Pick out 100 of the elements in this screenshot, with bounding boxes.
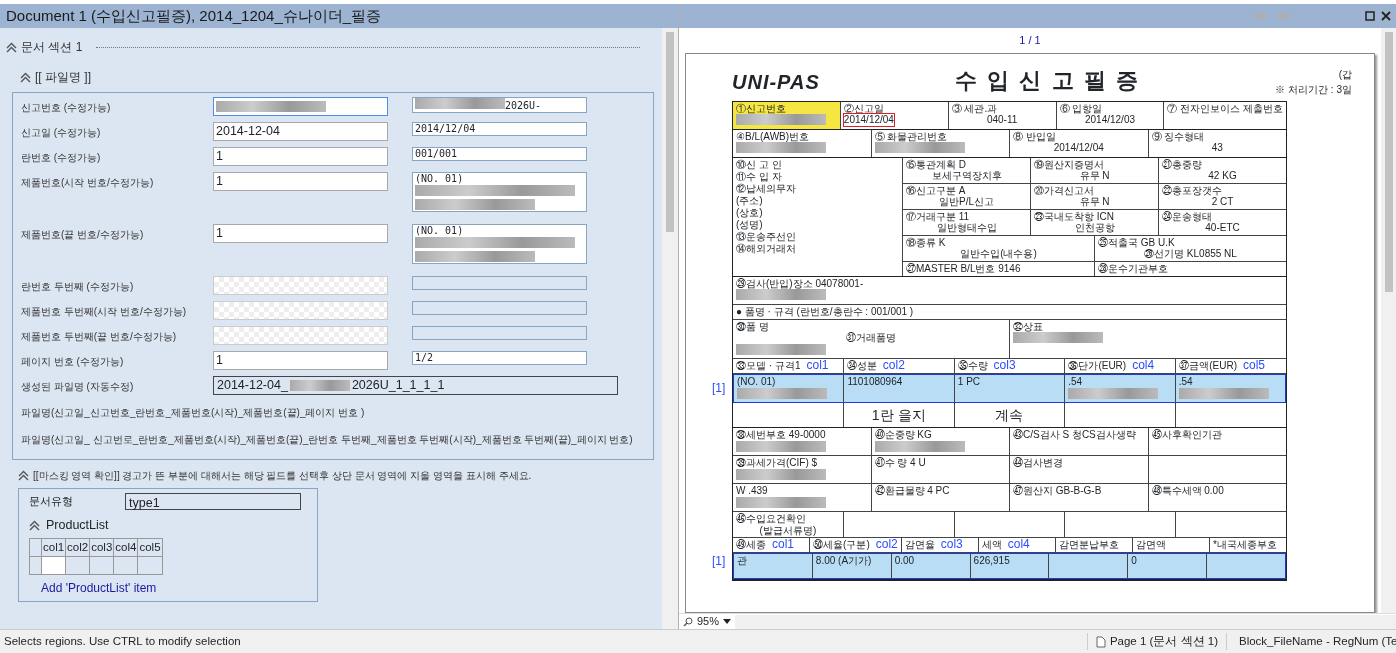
input-field[interactable]: 1: [213, 147, 388, 166]
collapse-icon[interactable]: [18, 470, 29, 481]
form-value: 42 KG: [1208, 170, 1237, 181]
form-value: 인천공항: [1074, 222, 1115, 233]
form-label: ⑤ 화물관리번호: [874, 130, 948, 142]
preview-field: 2014/12/04: [412, 122, 587, 136]
form-label: (NO. 01): [737, 376, 776, 387]
table-cell[interactable]: [89, 556, 114, 575]
preview-field: (NO. 01): [412, 172, 587, 212]
form-label: ㊴과세가격(CIF) $: [736, 457, 818, 468]
redacted-block: [289, 380, 350, 391]
form-value: 43: [1211, 142, 1223, 153]
form-label: ㉓국내도착항 ICN: [1034, 210, 1114, 222]
table-cell[interactable]: [113, 556, 138, 575]
form-value: 2014/12/03: [1084, 114, 1136, 125]
form-value: ㉖선기명 KL0855 NL: [1144, 248, 1237, 259]
form-label: 감면분납부호: [1058, 539, 1119, 550]
masking-note: [[마스킹 영역 확인]] 경고가 뜬 부분에 대해서는 해당 필드를 선택후 상단 문서 영역에 지울 영역을 표시해 주세요.: [33, 469, 532, 483]
form-value: 일반P/L신고: [939, 196, 994, 207]
processing-period: ※ 처리기간 : 3일: [1275, 82, 1352, 97]
preview-field: 1/2: [412, 351, 587, 365]
form-label: 세액: [981, 539, 1002, 550]
form-label: ㉒총포장갯수: [1162, 184, 1222, 196]
filename-field: 2014-12-04_ 2026U_1_1_1_1: [213, 376, 618, 395]
field-label: 제품번호 두번째(시작 번호/수정가능): [21, 305, 187, 319]
scrollbar[interactable]: [1381, 28, 1396, 613]
form-label: ③ 세관.과: [951, 102, 998, 114]
form-label: ㊲금액(EUR): [1179, 360, 1237, 371]
form-label: 감면율: [904, 539, 935, 550]
form-label: ㊱단가(EUR): [1068, 360, 1127, 371]
form-label: ⑥ 입항일: [1059, 102, 1103, 114]
form-label: ㉟수량: [957, 360, 988, 371]
form-label: 1란 을지: [871, 407, 926, 423]
input-field[interactable]: [213, 97, 388, 116]
close-icon[interactable]: [1381, 11, 1391, 21]
form-label: 626,915: [973, 555, 1010, 566]
form-label: ㉙검사(반입)장소 04078001-: [736, 277, 864, 289]
form-value: 보세구역장치후: [931, 170, 1002, 181]
preview-field: (NO. 01): [412, 224, 587, 264]
form-label: ㉕적출국 GB U.K: [1098, 236, 1175, 248]
form-value: 유무 N: [1079, 196, 1110, 207]
form-value: 일반수입(내수용): [960, 248, 1037, 259]
collapse-icon[interactable]: [6, 41, 17, 53]
window-title: Document 1 (수입신고필증), 2014_1204_슈나이더_필증: [6, 5, 382, 26]
horizontal-scrollbar[interactable]: [735, 614, 1396, 629]
dropdown-icon[interactable]: [723, 619, 732, 624]
form-label: ㉑총중량: [1162, 158, 1202, 170]
page-counter: 1 / 1: [1019, 33, 1041, 48]
table-cell[interactable]: [137, 556, 163, 575]
preview-field: 001/001: [412, 147, 587, 161]
input-field[interactable]: 2014-12-04: [213, 122, 388, 141]
input-field[interactable]: 1: [213, 172, 388, 191]
column-tag: col3: [993, 358, 1016, 372]
form-label: ㉜상표: [1013, 320, 1043, 332]
add-item-link[interactable]: Add 'ProductList' item: [41, 579, 157, 597]
collapse-icon[interactable]: [29, 519, 40, 531]
form-label: .54: [1068, 376, 1083, 387]
collapse-icon[interactable]: [20, 71, 31, 83]
column-header: col4: [113, 538, 138, 557]
page-status: Page 1 (문서 섹션 1): [1109, 633, 1218, 649]
form-label: (주소): [736, 194, 763, 206]
column-tag: col4: [1132, 358, 1155, 372]
table-cell[interactable]: [65, 556, 90, 575]
form-label: ⑭해외거래처: [736, 242, 796, 254]
form-label: ⑪수 입 자: [736, 170, 782, 182]
filename-format-note: 파일명(신고일_ 신고번로_란번호_제품번호(시작)_제품번호(끝)_란번호 두번째_제품번호 두번째(시작)_제품번호 두번째(끝)_페이지 번호): [21, 433, 633, 447]
zoom-icon[interactable]: [683, 616, 693, 627]
form-value: 2 CT: [1211, 196, 1234, 207]
form-label: ㊹검사변경: [1013, 457, 1063, 468]
form-value: 2014/12/04: [843, 114, 894, 126]
form-label: ㊷환급물량 4 PC: [874, 485, 950, 496]
form-label: (상호): [736, 206, 763, 218]
form-value: 유무 N: [1079, 170, 1110, 181]
form-label: ②신고일: [843, 102, 884, 114]
doc-type-field: type1: [125, 493, 301, 510]
document-title: 수 입 신 고 필 증: [954, 66, 1141, 95]
form-label: W .439: [736, 485, 768, 496]
column-tag: col4: [1007, 537, 1030, 551]
form-label: ㊻수입요건확인: [736, 513, 806, 524]
field-label: 제품번호 두번째(끝 번호/수정가능): [21, 330, 177, 344]
scrollbar[interactable]: [662, 28, 678, 629]
input-field[interactable]: 1: [213, 224, 388, 243]
form-label: ㊺사후확인기관: [1151, 429, 1222, 440]
field-label: 란번호 (수정가능): [21, 151, 102, 165]
field-label: 신고번호 (수정가능): [21, 101, 112, 115]
column-header: col3: [89, 538, 114, 557]
form-value: ㉛거래품명: [846, 332, 896, 343]
form-label: ㊽특수세액 0.00: [1151, 485, 1224, 496]
form-label: ● 품명 · 규격 (란번호/총란수 : 001/001 ): [736, 305, 914, 317]
column-tag: col1: [806, 358, 829, 372]
form-label: ㊾세종: [736, 539, 766, 550]
form-label: 관: [737, 555, 747, 566]
restore-icon[interactable]: [1365, 11, 1375, 21]
input-field[interactable]: 1: [213, 351, 388, 370]
form-label: ㊳세번부호 49-0000: [736, 429, 826, 440]
form-label: ㉞성분: [846, 360, 877, 371]
zoom-level[interactable]: 95%: [697, 613, 720, 630]
form-label: ㊸C/S검사 S 청CS검사생략: [1013, 429, 1136, 440]
row-marker: [1]: [712, 554, 726, 568]
field-label: 제품번호(시작 번호/수정가능): [21, 176, 155, 190]
